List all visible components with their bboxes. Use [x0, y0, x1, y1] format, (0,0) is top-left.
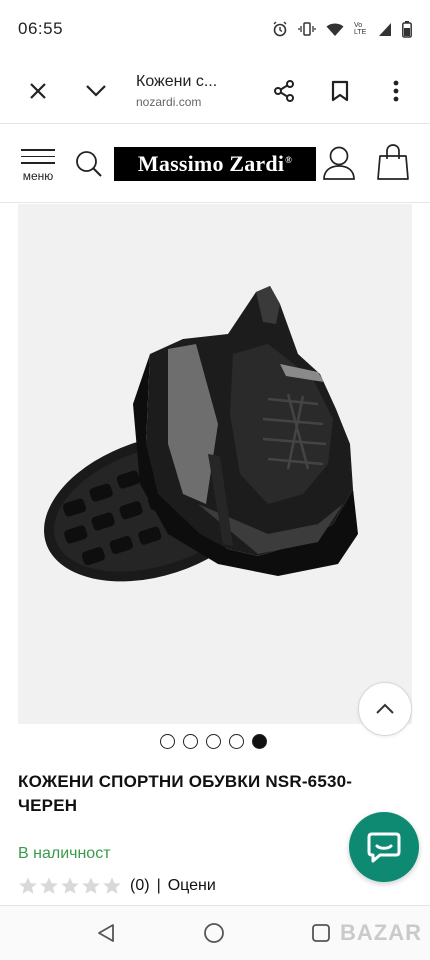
logo-text: Massimo Zardi [137, 151, 285, 176]
product-title: КОЖЕНИ СПОРТНИ ОБУВКИ NSR-6530-ЧЕРЕН [18, 772, 353, 815]
system-navigation-bar: BAZAR [0, 905, 430, 960]
write-review-link[interactable]: Оцени [168, 877, 216, 895]
menu-label: меню [22, 168, 54, 183]
watermark: BAZAR [340, 920, 422, 945]
carousel-indicators [160, 734, 267, 749]
nav-home-button[interactable] [203, 922, 225, 949]
menu-button[interactable]: меню [18, 149, 58, 183]
chat-icon [367, 832, 401, 863]
close-icon [30, 82, 46, 99]
hamburger-icon [18, 149, 58, 164]
search-icon [76, 151, 102, 177]
battery-icon [402, 20, 412, 38]
carousel-dot[interactable] [229, 734, 244, 749]
site-header: меню Massimo Zardi ® [0, 125, 430, 203]
star-icon [19, 877, 37, 894]
share-button[interactable] [262, 69, 306, 113]
rating-row: (0) | Оцени [18, 876, 216, 896]
carousel-dot[interactable] [183, 734, 198, 749]
browser-toolbar: Кожени с... nozardi.com [0, 58, 430, 124]
product-image[interactable] [18, 204, 412, 724]
brand-logo[interactable]: Massimo Zardi ® [114, 147, 316, 181]
signal-icon [379, 22, 391, 36]
carousel-dot[interactable] [160, 734, 175, 749]
chevron-down-icon [86, 84, 106, 97]
page-info[interactable]: Кожени с... nozardi.com [136, 73, 248, 109]
page-url: nozardi.com [136, 94, 202, 109]
status-bar: 06:55 Vo LTE [0, 0, 430, 58]
logo-mark: ® [285, 155, 293, 165]
nav-back-button[interactable] [95, 922, 117, 949]
chat-button[interactable] [349, 812, 419, 882]
bookmark-button[interactable] [318, 69, 362, 113]
back-triangle-icon [98, 924, 114, 942]
scroll-to-top-button[interactable] [358, 682, 412, 736]
stock-status: В наличност [18, 845, 111, 862]
star-icon [61, 877, 79, 894]
carousel-dot[interactable] [206, 734, 221, 749]
sneaker-image [44, 286, 358, 582]
star-icon [40, 877, 58, 894]
share-icon [274, 79, 294, 102]
bookmark-icon [331, 80, 349, 101]
carousel-dot-active[interactable] [252, 734, 267, 749]
close-tab-button[interactable] [16, 69, 60, 113]
status-icons: Vo LTE [272, 20, 412, 38]
account-button[interactable] [322, 145, 356, 181]
nav-recents-button[interactable] [310, 922, 332, 949]
minimize-button[interactable] [74, 69, 118, 113]
wifi-icon [326, 23, 344, 36]
vibrate-icon [298, 22, 316, 36]
home-circle-icon [204, 923, 224, 943]
star-icon [82, 877, 100, 894]
alarm-icon [273, 21, 287, 37]
more-options-button[interactable] [374, 69, 418, 113]
rating-separator: | [156, 877, 161, 894]
more-vert-icon [393, 80, 399, 101]
search-button[interactable] [74, 149, 104, 179]
chevron-up-icon [376, 703, 394, 714]
rating-count: (0) [130, 877, 150, 894]
recents-square-icon [312, 924, 330, 942]
user-icon [323, 146, 355, 180]
shopping-bag-icon [377, 144, 409, 180]
status-time: 06:55 [18, 19, 64, 38]
rating-stars [18, 876, 122, 896]
tab-title: Кожени с... [136, 72, 218, 90]
network-label: Vo LTE [354, 22, 367, 36]
star-icon [103, 877, 121, 894]
cart-button[interactable] [376, 143, 410, 181]
